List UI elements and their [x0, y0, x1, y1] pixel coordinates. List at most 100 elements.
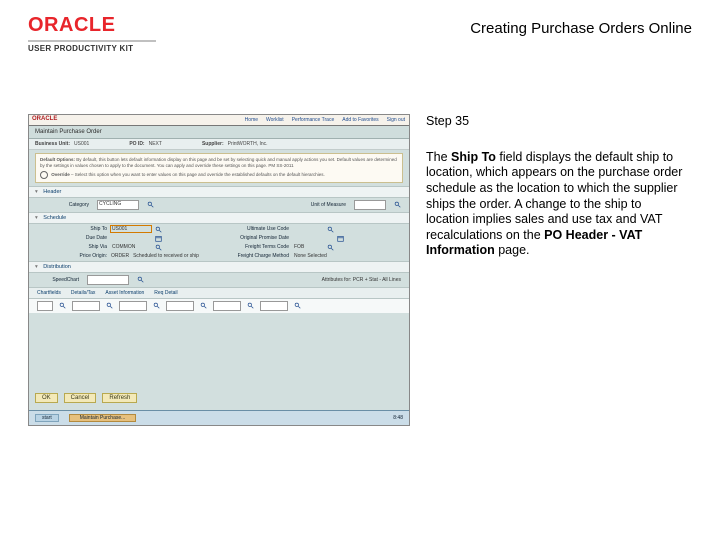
explanation-text: The Ship To field displays the default s…	[426, 150, 686, 259]
calendar-icon[interactable]	[155, 235, 162, 242]
ok-button[interactable]: OK	[35, 393, 58, 403]
chevron-down-icon: ▾	[35, 215, 38, 221]
instruction-column: Step 35 The Ship To field displays the d…	[426, 114, 692, 426]
windows-taskbar: start Maintain Purchase... 8:48	[29, 410, 409, 425]
shipvia-input[interactable]: COMMON	[111, 244, 151, 250]
cancel-button[interactable]: Cancel	[64, 393, 97, 403]
schedule-fields: Ship To US001 Due Date Ship Via COMMON	[29, 224, 409, 261]
grid-cell-input[interactable]	[213, 301, 241, 311]
origin-label: Price Origin:	[37, 253, 107, 259]
section-header-label: Header	[43, 189, 61, 195]
duedate-label: Due Date	[37, 235, 107, 241]
nav-home[interactable]: Home	[245, 117, 258, 123]
refresh-button[interactable]: Refresh	[102, 393, 137, 403]
grid-cell-input[interactable]	[166, 301, 194, 311]
lookup-icon[interactable]	[200, 302, 207, 309]
freightcode-label: Freight Terms Code	[219, 244, 289, 250]
lookup-icon[interactable]	[106, 302, 113, 309]
speed-input[interactable]	[87, 275, 129, 285]
tab-details[interactable]: Details/Tax	[71, 290, 95, 296]
form-buttons: OK Cancel Refresh	[35, 393, 137, 403]
bu-label: Business Unit:	[35, 141, 70, 147]
grid-cell-input[interactable]	[119, 301, 147, 311]
grid-tabs: Chartfields Details/Tax Asset Informatio…	[29, 287, 409, 299]
nav-worklist[interactable]: Worklist	[266, 117, 284, 123]
origin-value: ORDER	[111, 253, 129, 259]
explanation-post: page.	[495, 243, 530, 257]
grid-row	[29, 299, 409, 313]
radio-icon[interactable]	[40, 171, 48, 179]
section-distribution-label: Distribution	[43, 264, 71, 270]
taskbar-clock: 8:48	[393, 415, 403, 421]
calendar-icon[interactable]	[337, 235, 344, 242]
step-label: Step 35	[426, 114, 692, 130]
distribution-fieldline: SpeedChart Attributes for: PCR + Stat - …	[29, 273, 409, 287]
pricedate-label: Original Promise Date	[219, 235, 289, 241]
tab-asset[interactable]: Asset Information	[105, 290, 144, 296]
tab-req[interactable]: Req Detail	[154, 290, 177, 296]
grid-cell-input[interactable]	[37, 301, 53, 311]
chevron-down-icon: ▾	[35, 264, 38, 270]
section-distribution[interactable]: ▾ Distribution	[29, 261, 409, 273]
lookup-icon[interactable]	[155, 226, 162, 233]
speed-label: SpeedChart	[37, 277, 79, 283]
lookup-icon[interactable]	[155, 244, 162, 251]
shipto-input[interactable]: US001	[111, 226, 151, 232]
uom-label: Unit of Measure	[282, 202, 346, 208]
po-info-row: Business Unit: US001 PO ID: NEXT Supplier:…	[29, 139, 409, 150]
po-label: PO ID:	[129, 141, 144, 147]
section-schedule-label: Schedule	[43, 215, 66, 221]
note-override-body: – Select this option when you want to en…	[71, 172, 325, 177]
category-input[interactable]: CYCLING	[97, 200, 139, 210]
note-body: By default, this button lets default inf…	[40, 157, 397, 168]
process-select[interactable]: None Selected	[293, 253, 353, 259]
upk-label: USER PRODUCTIVITY KIT	[28, 44, 692, 53]
default-options-note: Default Options: By default, this button…	[35, 153, 403, 183]
document-title: Creating Purchase Orders Online	[470, 20, 692, 37]
nav-fav[interactable]: Add to Favorites	[342, 117, 378, 123]
app-page-title: Maintain Purchase Order	[29, 126, 409, 139]
lookup-icon[interactable]	[153, 302, 160, 309]
distribution-right-label: Attributes for: PCR + Stat - All Lines	[322, 277, 401, 283]
supplier-value: PrintWORTH, Inc.	[228, 141, 268, 147]
logo-divider	[28, 40, 156, 42]
lookup-icon[interactable]	[394, 201, 401, 208]
shipto-label: Ship To	[37, 226, 107, 232]
lookup-icon[interactable]	[327, 244, 334, 251]
lookup-icon[interactable]	[147, 201, 154, 208]
app-screenshot: ORACLE Home Worklist Performance Trace A…	[28, 114, 410, 426]
shipvia-label: Ship Via	[37, 244, 107, 250]
note-override: Override	[51, 172, 70, 177]
app-nav-bar: ORACLE Home Worklist Performance Trace A…	[29, 115, 409, 126]
note-title: Default Options:	[40, 157, 75, 162]
lookup-icon[interactable]	[327, 226, 334, 233]
grid-cell-input[interactable]	[72, 301, 100, 311]
grid-cell-input[interactable]	[260, 301, 288, 311]
uom-input[interactable]	[354, 200, 386, 210]
nav-signout[interactable]: Sign out	[387, 117, 405, 123]
page-header: ORACLE USER PRODUCTIVITY KIT Creating Pu…	[28, 14, 692, 60]
distrib-label: Ultimate Use Code	[219, 226, 289, 232]
origin-hint: Scheduled to received or ship	[133, 253, 199, 259]
section-header[interactable]: ▾ Header	[29, 186, 409, 198]
tab-chartfields[interactable]: Chartfields	[37, 290, 61, 296]
chevron-down-icon: ▾	[35, 189, 38, 195]
bu-value: US001	[74, 141, 89, 147]
lookup-icon[interactable]	[137, 276, 144, 283]
po-value: NEXT	[149, 141, 162, 147]
taskbar-item[interactable]: Maintain Purchase...	[69, 414, 137, 422]
supplier-label: Supplier:	[202, 141, 224, 147]
category-label: Category	[37, 202, 89, 208]
nav-perf[interactable]: Performance Trace	[292, 117, 335, 123]
lookup-icon[interactable]	[247, 302, 254, 309]
lookup-icon[interactable]	[294, 302, 301, 309]
explanation-pre: The	[426, 150, 451, 164]
start-button[interactable]: start	[35, 414, 59, 422]
app-mini-logo: ORACLE	[32, 116, 57, 122]
lookup-icon[interactable]	[59, 302, 66, 309]
header-fieldline: Category CYCLING Unit of Measure	[29, 198, 409, 212]
oracle-wordmark: ORACLE	[28, 14, 115, 37]
process-label: Freight Charge Method	[219, 253, 289, 259]
freightcode-input[interactable]: FOB	[293, 244, 323, 250]
section-schedule[interactable]: ▾ Schedule	[29, 212, 409, 224]
